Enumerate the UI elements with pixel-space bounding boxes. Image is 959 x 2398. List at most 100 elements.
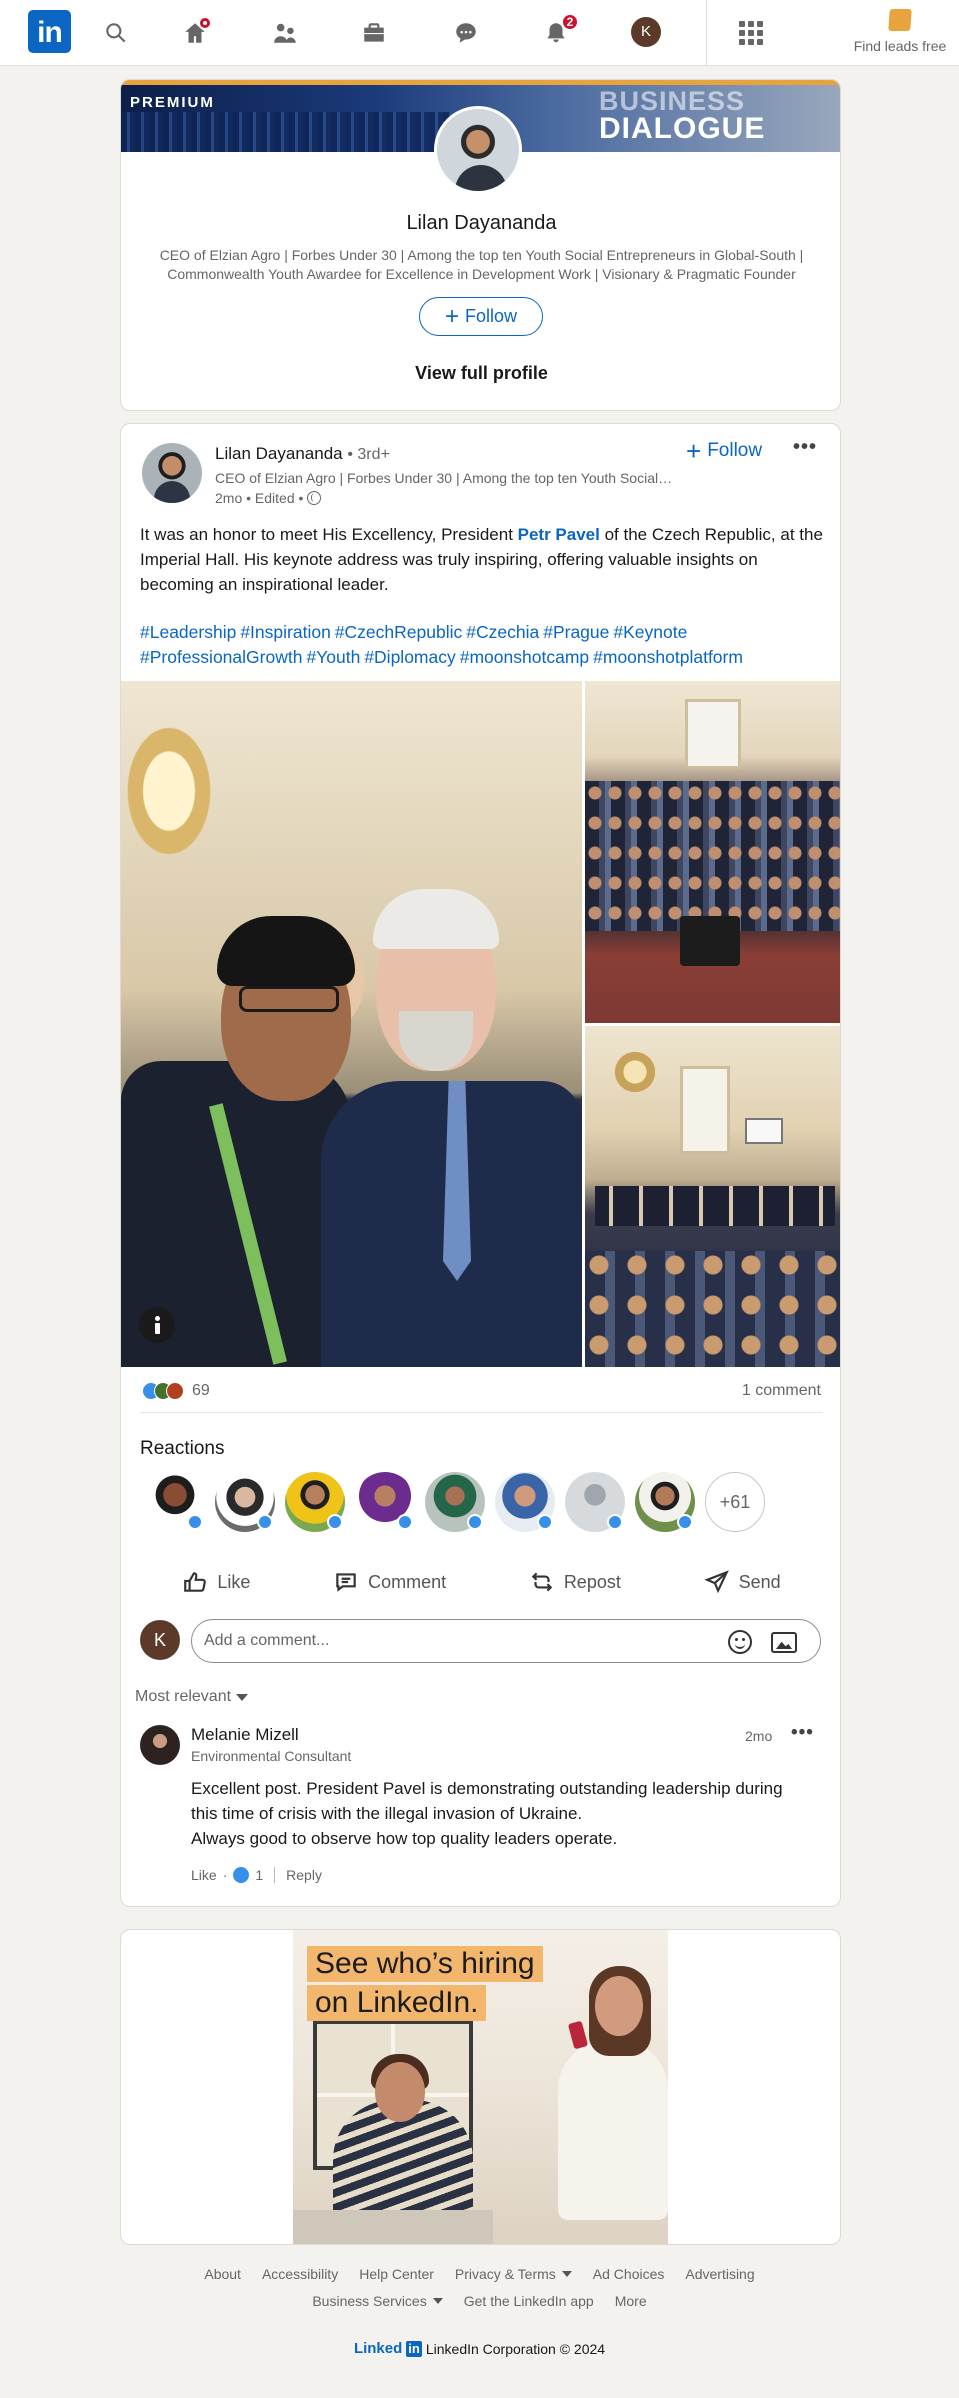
comment-button[interactable]: Comment: [333, 1557, 446, 1607]
reactions-heading: Reactions: [140, 1438, 225, 1459]
repost-icon: [531, 1572, 553, 1592]
profile-avatar[interactable]: [434, 106, 522, 194]
premium-cta-link[interactable]: Find leads free: [840, 38, 959, 54]
post-follow-button[interactable]: + Follow: [686, 436, 762, 466]
hashtag-link[interactable]: #moonshotcamp: [460, 647, 589, 667]
reactor-avatars: +61: [145, 1472, 765, 1532]
like-button[interactable]: Like: [182, 1557, 250, 1607]
add-comment-input[interactable]: Add a comment...: [191, 1619, 821, 1663]
send-button[interactable]: Send: [703, 1557, 781, 1607]
jobs-icon[interactable]: [357, 16, 391, 50]
comment-timestamp: 2mo: [745, 1728, 773, 1744]
commenter-name[interactable]: Melanie Mizell: [191, 1725, 299, 1745]
post-text: It was an honor to meet His Excellency, …: [140, 525, 823, 594]
post-image-main[interactable]: [121, 681, 582, 1367]
comments-count-link[interactable]: 1 comment: [721, 1382, 821, 1400]
me-avatar[interactable]: K: [631, 17, 661, 47]
hashtag-link[interactable]: #Leadership: [140, 622, 236, 642]
footer-link-accessibility[interactable]: Accessibility: [262, 2266, 338, 2282]
comment-text: Excellent post. President Pavel is demon…: [191, 1779, 783, 1848]
home-notification-dot: [198, 16, 212, 30]
commenter-avatar[interactable]: [140, 1725, 180, 1765]
post-more-options-icon[interactable]: •••: [793, 436, 817, 459]
comment-like-count[interactable]: 1: [255, 1867, 263, 1883]
divider: [274, 1867, 276, 1883]
caret-down-icon: [561, 2271, 572, 2277]
premium-icon[interactable]: [888, 9, 912, 31]
post-author-avatar[interactable]: [142, 443, 202, 503]
footer: About Accessibility Help Center Privacy …: [0, 2266, 959, 2357]
comment-reply-button[interactable]: Reply: [286, 1867, 322, 1883]
post-action-bar: Like Comment Repost Send: [121, 1557, 840, 1607]
hashtag-link[interactable]: #Czechia: [466, 622, 539, 642]
hashtag-link[interactable]: #moonshotplatform: [593, 647, 743, 667]
messaging-icon[interactable]: [449, 16, 483, 50]
hashtag-link[interactable]: #Youth: [306, 647, 360, 667]
linkedin-logo-box: in: [406, 2340, 422, 2357]
author-profile-card: PREMIUM BUSINESS DIALOGUE Lilan Dayanand…: [120, 79, 841, 411]
add-image-icon[interactable]: [771, 1632, 797, 1653]
emoji-icon[interactable]: [728, 1630, 752, 1654]
post-author-name[interactable]: Lilan Dayananda • 3rd+: [215, 444, 390, 464]
post-card: Lilan Dayananda • 3rd+ CEO of Elzian Agr…: [120, 423, 841, 1907]
comments-sort-dropdown[interactable]: Most relevant: [135, 1688, 249, 1706]
apps-grid-icon[interactable]: [739, 21, 763, 45]
reactor-avatar[interactable]: [355, 1472, 415, 1532]
current-user-avatar[interactable]: K: [140, 1620, 180, 1660]
plus-icon: +: [686, 436, 702, 466]
ad-card: See who’s hiring on LinkedIn.: [120, 1929, 841, 2245]
more-reactors-button[interactable]: +61: [705, 1472, 765, 1532]
home-icon[interactable]: [178, 16, 212, 50]
hashtag-link[interactable]: #Diplomacy: [364, 647, 455, 667]
footer-links-row-2: Business Services Get the LinkedIn app M…: [0, 2293, 959, 2309]
view-full-profile-link[interactable]: View full profile: [121, 363, 840, 384]
footer-link-about[interactable]: About: [204, 2266, 241, 2282]
follow-button[interactable]: + Follow: [419, 297, 543, 336]
caret-down-icon: [236, 1693, 249, 1701]
hashtag-link[interactable]: #ProfessionalGrowth: [140, 647, 302, 667]
comment-actions: Like · 1 Reply: [191, 1867, 322, 1883]
thumbs-up-icon: [184, 1572, 207, 1592]
reactor-avatar[interactable]: [495, 1472, 555, 1532]
my-network-icon[interactable]: [268, 16, 302, 50]
reactor-avatar[interactable]: [425, 1472, 485, 1532]
hashtag-link[interactable]: #Inspiration: [240, 622, 330, 642]
repost-button[interactable]: Repost: [529, 1557, 621, 1607]
reactor-avatar[interactable]: [635, 1472, 695, 1532]
post-image-group-photo[interactable]: [585, 681, 840, 1023]
comment-more-options-icon[interactable]: •••: [791, 1722, 814, 1744]
notifications-bell-icon[interactable]: 2: [539, 13, 579, 50]
reactor-avatar[interactable]: [145, 1472, 205, 1532]
alt-text-info-icon[interactable]: [139, 1307, 175, 1343]
comment-icon: [336, 1573, 356, 1592]
footer-link-privacy-terms[interactable]: Privacy & Terms: [455, 2266, 572, 2282]
reactor-avatar-placeholder[interactable]: [565, 1472, 625, 1532]
post-hashtags: #Leadership #Inspiration #CzechRepublic #Cz…: [140, 620, 830, 670]
footer-link-business-services[interactable]: Business Services: [312, 2293, 443, 2309]
banner-title: BUSINESS DIALOGUE: [599, 86, 766, 145]
footer-link-advertising[interactable]: Advertising: [685, 2266, 754, 2282]
footer-link-more[interactable]: More: [615, 2293, 647, 2309]
linkedin-logo[interactable]: in: [28, 10, 71, 53]
search-icon[interactable]: [99, 16, 133, 50]
connection-degree: • 3rd+: [347, 446, 390, 463]
footer-link-ad-choices[interactable]: Ad Choices: [593, 2266, 665, 2282]
post-author-headline: CEO of Elzian Agro | Forbes Under 30 | A…: [215, 470, 675, 486]
mention-link[interactable]: Petr Pavel: [518, 525, 600, 544]
premium-label: PREMIUM: [130, 94, 215, 111]
hiring-ad-banner[interactable]: See who’s hiring on LinkedIn.: [293, 1930, 668, 2244]
globe-icon: [307, 491, 322, 505]
hashtag-link[interactable]: #Keynote: [613, 622, 687, 642]
nav-divider: [706, 0, 707, 66]
reactions-count[interactable]: 69: [142, 1382, 210, 1400]
reactor-avatar[interactable]: [215, 1472, 275, 1532]
footer-link-get-app[interactable]: Get the LinkedIn app: [464, 2293, 594, 2309]
reactor-avatar[interactable]: [285, 1472, 345, 1532]
hashtag-link[interactable]: #Prague: [543, 622, 609, 642]
hashtag-link[interactable]: #CzechRepublic: [335, 622, 462, 642]
profile-name[interactable]: Lilan Dayananda: [121, 212, 840, 235]
global-nav: in 2 K Find leads free: [0, 0, 959, 66]
comment-like-button[interactable]: Like: [191, 1867, 217, 1883]
post-image-hall[interactable]: [585, 1026, 840, 1367]
footer-link-help-center[interactable]: Help Center: [359, 2266, 434, 2282]
